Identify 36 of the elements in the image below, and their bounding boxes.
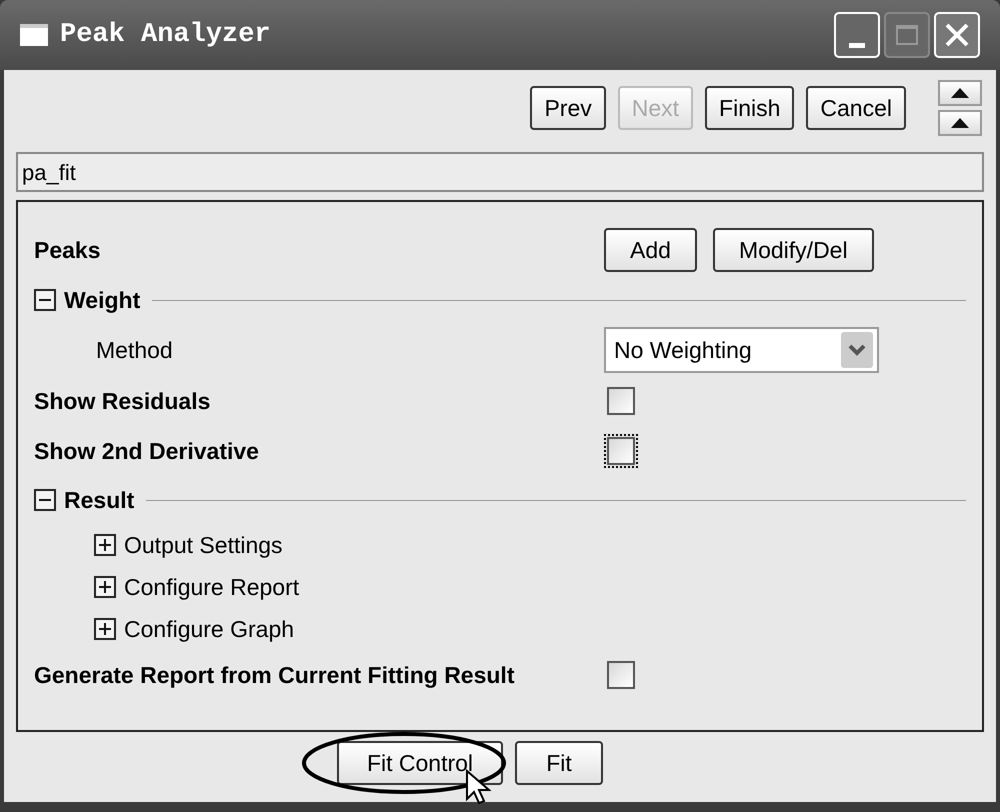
tree-item[interactable]: Output Settings xyxy=(124,528,283,562)
button[interactable]: Fit xyxy=(515,741,603,785)
collapse-icon[interactable] xyxy=(34,489,56,511)
expand-icon[interactable] xyxy=(94,618,116,640)
section-heading: Result xyxy=(64,486,134,515)
checkbox[interactable] xyxy=(607,661,635,689)
section-heading: Weight xyxy=(64,286,140,315)
scroll-up-button[interactable] xyxy=(938,80,982,106)
option-label: Show 2nd Derivative xyxy=(34,436,260,466)
option-label: Show Residuals xyxy=(34,386,212,416)
triangle-up-icon xyxy=(951,88,969,98)
button[interactable]: Finish xyxy=(705,86,794,130)
button[interactable]: Fit Control xyxy=(337,741,503,785)
button[interactable]: Prev xyxy=(530,86,606,130)
minimize-button[interactable] xyxy=(834,12,880,58)
name-field[interactable]: pa_fit xyxy=(16,152,984,192)
triangle-up-icon xyxy=(951,118,969,128)
checkbox[interactable] xyxy=(607,387,635,415)
scroll-up-button[interactable] xyxy=(938,110,982,136)
expand-icon[interactable] xyxy=(94,576,116,598)
chevron-down-icon xyxy=(841,332,873,368)
window-title: Peak Analyzer xyxy=(60,18,272,52)
peaks-label: Peaks xyxy=(34,236,102,265)
button[interactable]: Add xyxy=(604,228,697,272)
close-button[interactable] xyxy=(934,12,980,58)
method-label: Method xyxy=(95,336,174,365)
option-label: Generate Report from Current Fitting Result xyxy=(34,660,516,690)
window-icon xyxy=(20,24,48,46)
collapse-icon[interactable] xyxy=(34,289,56,311)
dropdown[interactable]: No Weighting xyxy=(604,327,879,373)
tree-item[interactable]: Configure Report xyxy=(124,570,300,604)
expand-icon[interactable] xyxy=(94,534,116,556)
button[interactable]: Cancel xyxy=(806,86,906,130)
button[interactable]: Modify/Del xyxy=(712,228,874,272)
close-icon xyxy=(944,22,970,48)
tree-item[interactable]: Configure Graph xyxy=(124,612,294,646)
